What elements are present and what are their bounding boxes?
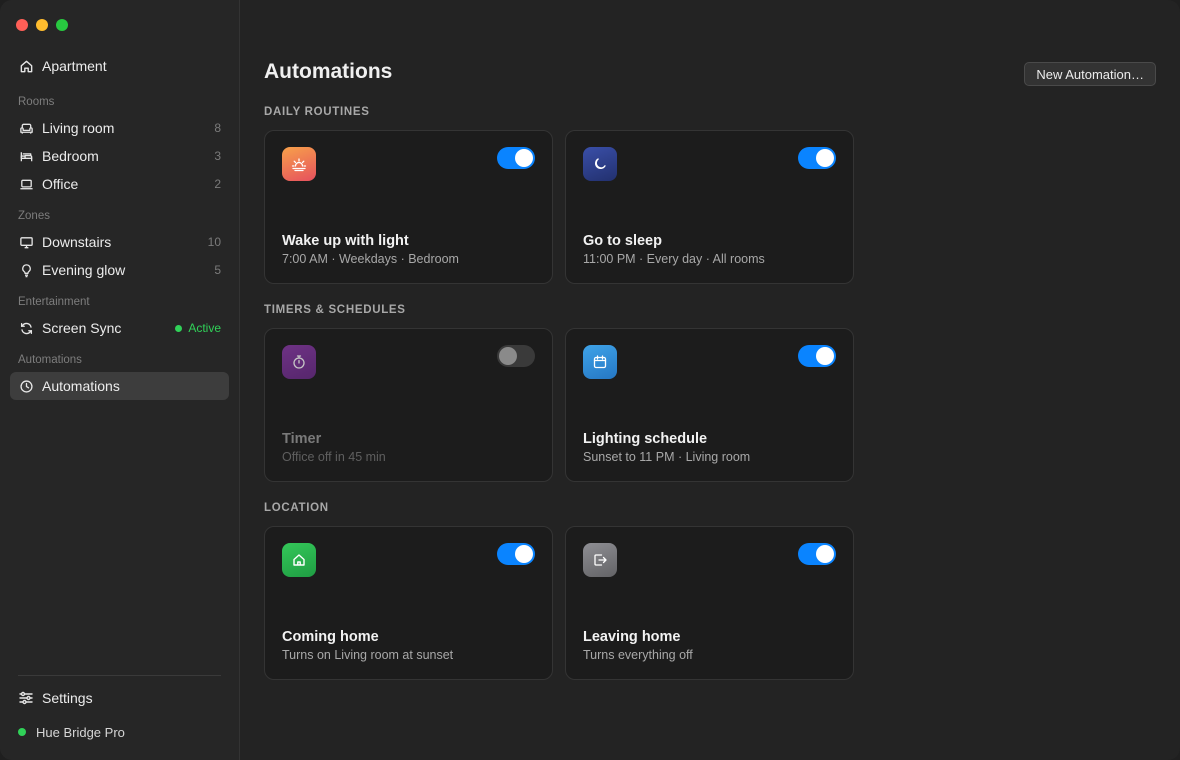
automation-card-lighting-schedule[interactable]: Lighting schedule Sunset to 11 PM · Livi… <box>565 328 854 482</box>
sidebar-item-label: Bedroom <box>42 148 99 164</box>
section-label-automations: Automations <box>18 354 82 366</box>
light-count: 3 <box>214 149 221 163</box>
enable-toggle[interactable] <box>497 345 535 367</box>
clock-icon <box>18 378 34 394</box>
section-label-rooms: Rooms <box>18 96 55 108</box>
bed-icon <box>18 148 34 164</box>
light-count: 2 <box>214 177 221 191</box>
card-title: Timer <box>282 431 322 447</box>
divider <box>18 675 221 676</box>
house-icon <box>18 58 34 74</box>
close-window-button[interactable] <box>16 19 28 31</box>
light-count: 5 <box>214 263 221 277</box>
bridge-status[interactable]: Hue Bridge Pro <box>10 714 229 750</box>
light-count: 8 <box>214 121 221 135</box>
group-label: LOCATION <box>264 502 329 514</box>
window-controls <box>16 19 68 31</box>
sidebar-item-living-room[interactable]: Living room 8 <box>10 114 229 142</box>
status-dot <box>175 324 183 332</box>
exit-icon <box>583 543 617 577</box>
titlebar <box>240 0 1180 52</box>
group-location: LOCATION Coming home Turns on Living roo… <box>264 502 854 680</box>
bulb-icon <box>18 262 34 278</box>
automation-card-go-to-sleep[interactable]: Go to sleep 11:00 PM · Every day · All r… <box>565 130 854 284</box>
group-daily-routines: DAILY ROUTINES Wake up with light 7:00 A… <box>264 106 854 284</box>
status-badge: Active <box>175 321 221 335</box>
sunrise-icon <box>282 147 316 181</box>
light-count: 10 <box>207 235 221 249</box>
sidebar-item-automations[interactable]: Automations <box>10 372 229 400</box>
sidebar-footer: Settings Hue Bridge Pro <box>10 675 229 760</box>
card-subtitle: 11:00 PM · Every day · All rooms <box>583 252 765 266</box>
enable-toggle[interactable] <box>798 147 836 169</box>
automation-card-timer[interactable]: Timer Office off in 45 min <box>264 328 553 482</box>
bridge-label: Hue Bridge Pro <box>36 724 125 740</box>
enable-toggle[interactable] <box>497 543 535 565</box>
sidebar-item-label: Screen Sync <box>42 320 122 336</box>
card-subtitle: Turns everything off <box>583 648 693 662</box>
card-subtitle: Turns on Living room at sunset <box>282 648 454 662</box>
toggle-knob <box>515 545 533 563</box>
sidebar: Apartment Rooms Living room 8 Bedroom 3 <box>0 0 240 760</box>
sidebar-item-bedroom[interactable]: Bedroom 3 <box>10 142 229 170</box>
automation-card-coming-home[interactable]: Coming home Turns on Living room at suns… <box>264 526 553 680</box>
sidebar-nav: Apartment Rooms Living room 8 Bedroom 3 <box>10 52 229 400</box>
house-icon <box>282 543 316 577</box>
page-title: Automations <box>264 60 393 83</box>
sliders-icon <box>18 690 34 706</box>
sidebar-item-office[interactable]: Office 2 <box>10 170 229 198</box>
sidebar-item-screen-sync[interactable]: Screen Sync Active <box>10 314 229 342</box>
toggle-knob <box>499 347 517 365</box>
section-label-zones: Zones <box>18 210 50 222</box>
card-title: Go to sleep <box>583 233 662 249</box>
monitor-icon <box>18 234 34 250</box>
minimize-window-button[interactable] <box>36 19 48 31</box>
automation-card-leaving-home[interactable]: Leaving home Turns everything off <box>565 526 854 680</box>
card-title: Lighting schedule <box>583 431 708 447</box>
sofa-icon <box>18 120 34 136</box>
enable-toggle[interactable] <box>798 345 836 367</box>
enable-toggle[interactable] <box>798 543 836 565</box>
card-title: Wake up with light <box>282 233 409 249</box>
group-timers-schedules: TIMERS & SCHEDULES Timer Office off in 4… <box>264 304 854 482</box>
bridge-status-dot <box>18 728 26 736</box>
sidebar-item-evening-glow[interactable]: Evening glow 5 <box>10 256 229 284</box>
toggle-knob <box>515 149 533 167</box>
settings-button[interactable]: Settings <box>10 684 229 712</box>
toggle-knob <box>816 347 834 365</box>
calendar-icon <box>583 345 617 379</box>
group-label: TIMERS & SCHEDULES <box>264 304 406 316</box>
main-content: Automations New Automation… DAILY ROUTIN… <box>240 0 1180 760</box>
settings-label: Settings <box>42 690 93 706</box>
new-automation-button[interactable]: New Automation… <box>1024 62 1156 86</box>
card-subtitle: Sunset to 11 PM · Living room <box>583 450 751 464</box>
sync-icon <box>18 320 34 336</box>
sidebar-item-label: Office <box>42 176 79 192</box>
stopwatch-icon <box>282 345 316 379</box>
toggle-knob <box>816 545 834 563</box>
zoom-window-button[interactable] <box>56 19 68 31</box>
sidebar-item-apartment[interactable]: Apartment <box>10 52 229 80</box>
sidebar-item-label: Living room <box>42 120 115 136</box>
status-text: Active <box>188 321 221 335</box>
sidebar-item-label: Apartment <box>42 58 107 74</box>
toggle-knob <box>816 149 834 167</box>
automation-card-wake-up[interactable]: Wake up with light 7:00 AM · Weekdays · … <box>264 130 553 284</box>
card-subtitle: Office off in 45 min <box>282 450 386 464</box>
enable-toggle[interactable] <box>497 147 535 169</box>
sidebar-item-label: Evening glow <box>42 262 126 278</box>
section-label-entertainment: Entertainment <box>18 296 90 308</box>
card-title: Leaving home <box>583 629 681 645</box>
card-subtitle: 7:00 AM · Weekdays · Bedroom <box>282 252 459 266</box>
sidebar-item-downstairs[interactable]: Downstairs 10 <box>10 228 229 256</box>
sidebar-item-label: Automations <box>42 378 120 394</box>
sidebar-item-label: Downstairs <box>42 234 112 250</box>
group-label: DAILY ROUTINES <box>264 106 370 118</box>
card-title: Coming home <box>282 629 379 645</box>
app-window: Apartment Rooms Living room 8 Bedroom 3 <box>0 0 1180 760</box>
laptop-icon <box>18 176 34 192</box>
moon-icon <box>583 147 617 181</box>
